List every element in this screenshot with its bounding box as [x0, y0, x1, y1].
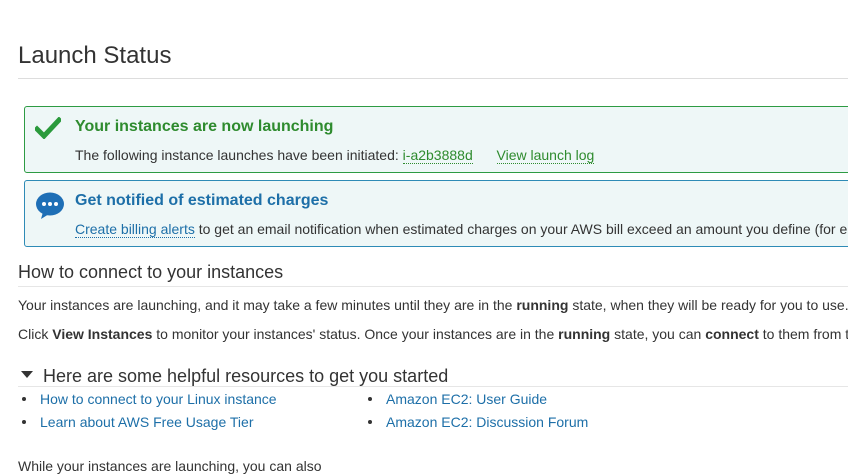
linux-connect-guide-link[interactable]: How to connect to your Linux instance	[40, 391, 277, 407]
section-divider	[18, 286, 848, 287]
bullet-icon	[368, 397, 372, 401]
chat-bubble-icon	[36, 192, 64, 219]
collapse-triangle-icon[interactable]	[21, 371, 33, 378]
title-divider	[18, 78, 848, 79]
view-launch-log-link[interactable]: View launch log	[496, 147, 595, 164]
p2-running-bold: running	[558, 326, 611, 342]
connect-paragraph-1: Your instances are launching, and it may…	[18, 297, 848, 313]
page-title: Launch Status	[18, 42, 172, 69]
p2-text-a: Click	[18, 326, 49, 342]
connect-paragraph-2: Click View Instances to monitor your ins…	[18, 326, 848, 342]
billing-alert-text: Create billing alerts to get an email no…	[75, 221, 848, 238]
instance-id-link[interactable]: i-a2b3888d	[402, 147, 473, 164]
ec2-discussion-forum-link[interactable]: Amazon EC2: Discussion Forum	[386, 414, 588, 430]
p1-running-bold: running	[516, 297, 569, 313]
p2-text-c: state, you can	[614, 326, 702, 342]
billing-alert-title: Get notified of estimated charges	[75, 192, 329, 209]
p2-text-b: to monitor your instances' status. Once …	[156, 326, 555, 342]
bullet-icon	[368, 420, 372, 424]
footer-partial-text: While your instances are launching, you …	[18, 458, 322, 474]
p2-text-d: to them from t	[762, 326, 848, 342]
connect-section-heading: How to connect to your instances	[18, 262, 284, 282]
p1-text-b: state, when they will be ready for you t…	[572, 297, 848, 313]
bullet-icon	[22, 420, 26, 424]
launch-success-alert: Your instances are now launching The fol…	[24, 106, 848, 173]
p2-connect-bold: connect	[705, 326, 759, 342]
checkmark-icon	[35, 117, 61, 139]
p2-view-instances-bold: View Instances	[52, 326, 153, 342]
billing-alert-box: Get notified of estimated charges Create…	[24, 180, 848, 247]
resources-heading[interactable]: Here are some helpful resources to get y…	[43, 366, 448, 387]
free-usage-tier-link[interactable]: Learn about AWS Free Usage Tier	[40, 414, 253, 430]
ec2-user-guide-link[interactable]: Amazon EC2: User Guide	[386, 391, 547, 407]
bullet-icon	[22, 397, 26, 401]
launch-success-title: Your instances are now launching	[75, 118, 334, 135]
launch-success-text: The following instance launches have bee…	[75, 147, 595, 164]
p1-text-a: Your instances are launching, and it may…	[18, 297, 513, 313]
launch-success-prefix: The following instance launches have bee…	[75, 147, 399, 163]
create-billing-alerts-link[interactable]: Create billing alerts	[75, 221, 195, 238]
resources-divider	[18, 386, 848, 387]
billing-alert-suffix: to get an email notification when estima…	[198, 221, 848, 237]
